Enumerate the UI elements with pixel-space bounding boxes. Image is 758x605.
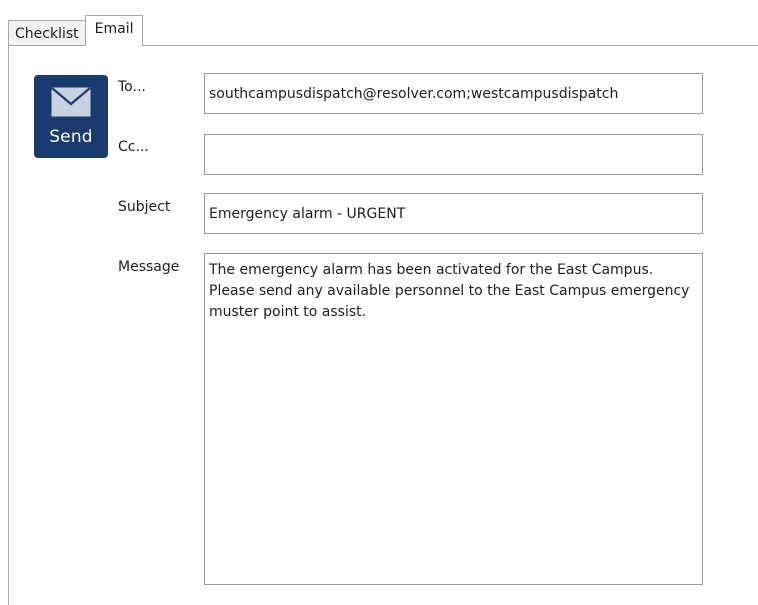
- envelope-icon: [51, 87, 91, 117]
- tab-bar: Checklist Email: [8, 15, 144, 46]
- cc-button[interactable]: Cc...: [118, 139, 149, 155]
- tab-checklist[interactable]: Checklist: [8, 20, 86, 46]
- send-button-label: Send: [49, 127, 93, 147]
- cc-field[interactable]: [204, 134, 703, 175]
- subject-field[interactable]: [204, 193, 703, 234]
- subject-label: Subject: [118, 199, 171, 215]
- send-button[interactable]: Send: [34, 75, 108, 158]
- message-label: Message: [118, 259, 180, 275]
- to-field[interactable]: [204, 73, 703, 114]
- to-button[interactable]: To...: [118, 79, 146, 95]
- message-field[interactable]: The emergency alarm has been activated f…: [204, 253, 703, 585]
- tab-email[interactable]: Email: [84, 15, 144, 46]
